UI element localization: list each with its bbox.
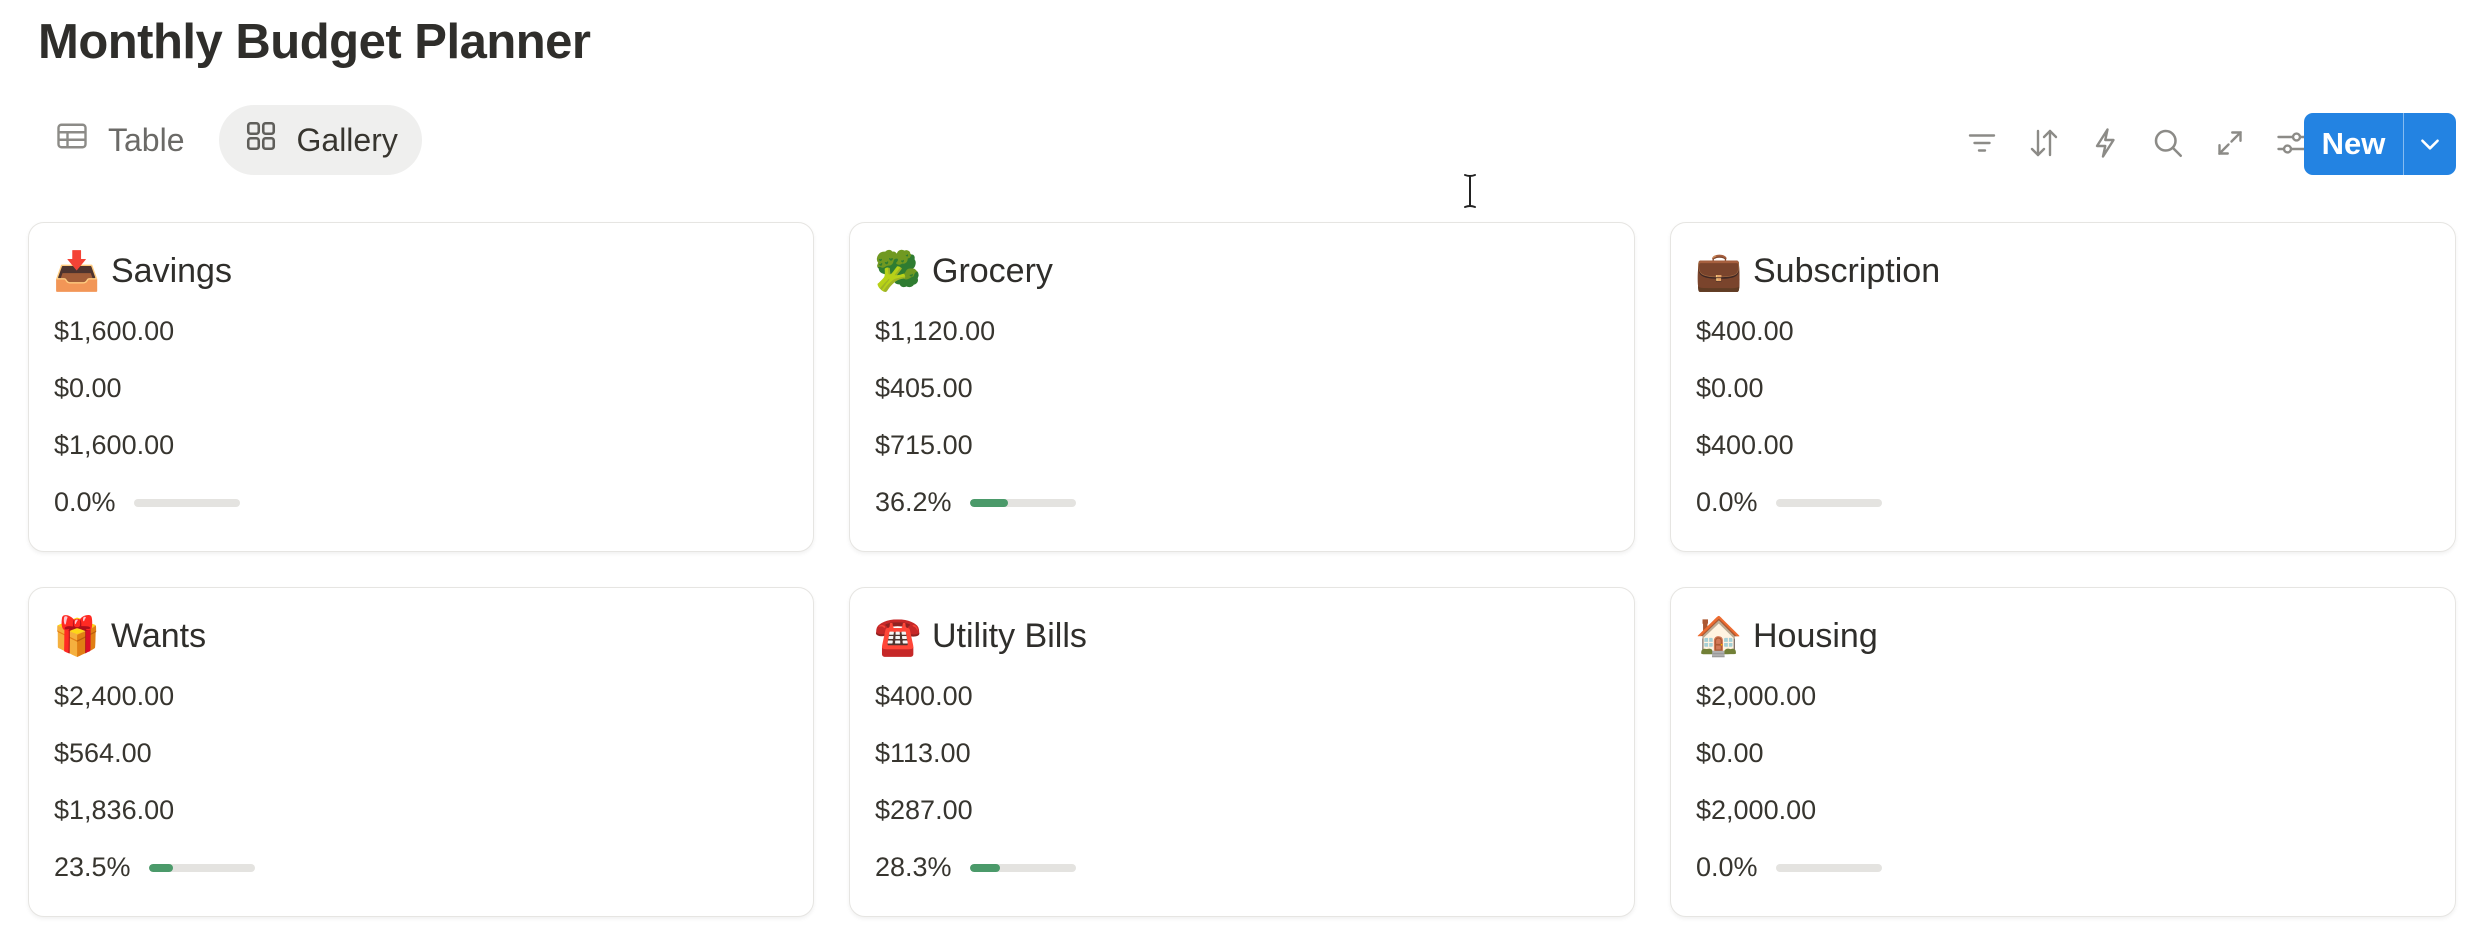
card-spent: $0.00	[54, 373, 122, 403]
card-title: Savings	[111, 251, 232, 290]
progress-bar	[148, 863, 255, 872]
sort-icon[interactable]	[2026, 125, 2062, 161]
card-remaining: $715.00	[875, 430, 973, 460]
gallery-icon	[243, 118, 279, 162]
card-percent: 0.0%	[1696, 487, 1758, 517]
card-budget: $400.00	[875, 681, 973, 711]
card-title: Wants	[111, 616, 207, 655]
gallery-card[interactable]: 🎁 Wants $2,400.00 $564.00 $1,836.00 23.5…	[28, 587, 814, 917]
progress-fill	[969, 498, 1008, 507]
card-spent: $564.00	[54, 738, 152, 768]
progress-bar	[133, 498, 240, 507]
automation-icon[interactable]	[2088, 125, 2124, 161]
card-title: Grocery	[932, 251, 1053, 290]
broccoli-icon: 🥦	[874, 249, 922, 293]
card-remaining: $1,600.00	[54, 430, 175, 460]
house-icon: 🏠	[1695, 614, 1743, 658]
card-title: Utility Bills	[932, 616, 1087, 655]
card-title: Subscription	[1753, 251, 1941, 290]
gallery-card[interactable]: 🏠 Housing $2,000.00 $0.00 $2,000.00 0.0%	[1670, 587, 2456, 917]
card-remaining: $2,000.00	[1696, 795, 1817, 825]
card-percent: 28.3%	[875, 852, 952, 882]
telephone-icon: ☎️	[874, 614, 922, 658]
card-spent: $405.00	[875, 373, 973, 403]
new-button-label[interactable]: New	[2304, 113, 2403, 175]
chevron-down-icon[interactable]	[2404, 113, 2456, 175]
expand-icon[interactable]	[2212, 125, 2248, 161]
card-budget: $1,120.00	[875, 316, 996, 346]
gallery-card[interactable]: 📥 Savings $1,600.00 $0.00 $1,600.00 0.0%	[28, 222, 814, 552]
gallery-card[interactable]: 🥦 Grocery $1,120.00 $405.00 $715.00 36.2…	[849, 222, 1635, 552]
progress-fill	[148, 863, 174, 872]
tab-table[interactable]: Table	[30, 105, 209, 175]
card-budget: $2,000.00	[1696, 681, 1817, 711]
card-percent: 36.2%	[875, 487, 952, 517]
card-remaining: $287.00	[875, 795, 973, 825]
card-percent: 23.5%	[54, 852, 131, 882]
card-budget: $1,600.00	[54, 316, 175, 346]
tab-gallery[interactable]: Gallery	[218, 105, 422, 175]
progress-bar	[1775, 863, 1882, 872]
filter-icon[interactable]	[1964, 125, 2000, 161]
card-spent: $0.00	[1696, 738, 1764, 768]
card-percent: 0.0%	[54, 487, 116, 517]
text-cursor-icon	[1460, 173, 1480, 209]
card-budget: $2,400.00	[54, 681, 175, 711]
table-icon	[54, 118, 90, 162]
card-percent: 0.0%	[1696, 852, 1758, 882]
progress-fill	[969, 863, 1000, 872]
view-tabs: Table Gallery	[30, 105, 422, 175]
tab-gallery-label: Gallery	[296, 121, 398, 158]
gallery-card[interactable]: 💼 Subscription $400.00 $0.00 $400.00 0.0…	[1670, 222, 2456, 552]
card-spent: $113.00	[875, 738, 971, 768]
inbox-tray-icon: 📥	[53, 249, 101, 293]
card-spent: $0.00	[1696, 373, 1764, 403]
gallery-card[interactable]: ☎️ Utility Bills $400.00 $113.00 $287.00…	[849, 587, 1635, 917]
page-title: Monthly Budget Planner	[38, 15, 591, 69]
card-remaining: $1,836.00	[54, 795, 175, 825]
search-icon[interactable]	[2150, 125, 2186, 161]
card-remaining: $400.00	[1696, 430, 1794, 460]
database-toolbar: New	[1913, 111, 2483, 175]
card-budget: $400.00	[1696, 316, 1794, 346]
progress-bar	[969, 863, 1076, 872]
new-button[interactable]: New	[2304, 113, 2456, 175]
progress-bar	[1775, 498, 1882, 507]
card-title: Housing	[1753, 616, 1878, 655]
gift-icon: 🎁	[53, 614, 101, 658]
briefcase-icon: 💼	[1695, 249, 1743, 293]
tab-table-label: Table	[108, 121, 185, 158]
progress-bar	[969, 498, 1076, 507]
